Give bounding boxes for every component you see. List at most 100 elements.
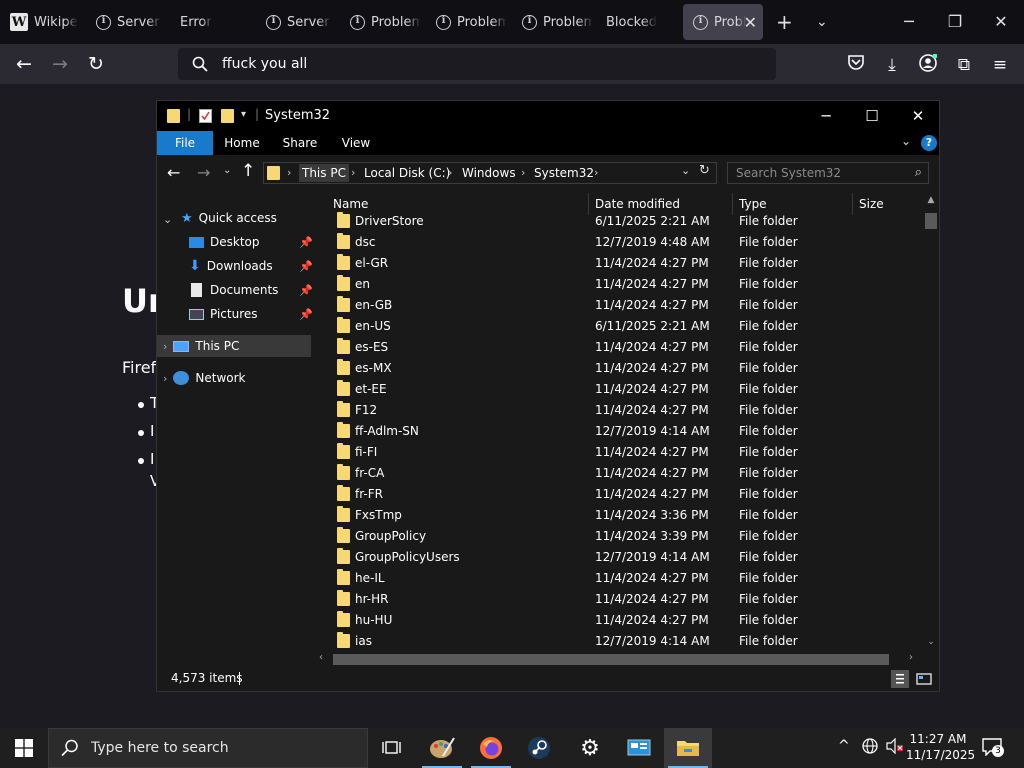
tab-blocked[interactable]: Blocked xyxy=(596,4,680,40)
help-icon[interactable]: ? xyxy=(921,135,937,151)
vertical-scrollbar[interactable]: ▲ ⌄ xyxy=(923,191,939,651)
nav-pictures[interactable]: Pictures xyxy=(189,303,258,325)
breadcrumb-local-disk[interactable]: Local Disk (C:) xyxy=(364,164,450,182)
extensions-icon[interactable]: ⧉ xyxy=(953,54,975,76)
refresh-icon[interactable]: ↻ xyxy=(699,163,710,178)
taskbar-app-paint[interactable] xyxy=(418,728,466,768)
expand-ribbon-icon[interactable]: ⌄ xyxy=(901,134,911,148)
file-row[interactable]: GroupPolicyUsers 12/7/2019 4:14 AM File fo… xyxy=(315,547,923,568)
tab-share[interactable]: Share xyxy=(275,131,325,155)
file-row[interactable]: hr-HR 11/4/2024 4:27 PM File folder xyxy=(315,589,923,610)
tab-server-not-found-1[interactable]: Server Not Found xyxy=(86,4,162,40)
tab-error[interactable]: Error xyxy=(170,4,254,40)
tab-problem-loading-3[interactable]: Problem loading page xyxy=(512,4,596,40)
file-row[interactable]: ff-Adlm-SN 12/7/2019 4:14 AM File folder xyxy=(315,421,923,442)
file-row[interactable]: es-ES 11/4/2024 4:27 PM File folder xyxy=(315,337,923,358)
pin-icon[interactable]: 📌 xyxy=(299,308,313,321)
nav-downloads[interactable]: ⬇ Downloads xyxy=(189,255,273,277)
file-row[interactable]: FxsTmp 11/4/2024 3:36 PM File folder xyxy=(315,505,923,526)
tab-home[interactable]: Home xyxy=(217,131,267,155)
tab-wikipedia[interactable]: W Wikipedia xyxy=(0,4,82,40)
url-input[interactable] xyxy=(222,56,742,72)
file-row[interactable]: el-GR 11/4/2024 4:27 PM File folder xyxy=(315,253,923,274)
scroll-right-icon[interactable]: › xyxy=(909,652,913,663)
address-history-icon[interactable]: ⌄ xyxy=(681,164,690,177)
file-row[interactable]: DriverStore 6/11/2025 2:21 AM File folder xyxy=(315,211,923,232)
downloads-icon[interactable]: ⤓ xyxy=(881,54,903,76)
taskbar-app-file-explorer[interactable] xyxy=(664,728,712,768)
tab-view[interactable]: View xyxy=(331,131,381,155)
back-icon[interactable]: ← xyxy=(10,51,38,77)
file-row[interactable]: he-IL 11/4/2024 4:27 PM File folder xyxy=(315,568,923,589)
tab-problem-loading-1[interactable]: Problem loading page xyxy=(340,4,424,40)
explorer-title-bar[interactable]: | ▾ | System32 ─ ☐ ✕ xyxy=(157,101,939,131)
pin-icon[interactable]: 📌 xyxy=(299,284,313,297)
taskbar-app-firefox[interactable] xyxy=(467,728,515,768)
start-button[interactable] xyxy=(0,728,48,768)
search-input[interactable] xyxy=(736,166,904,180)
menu-icon[interactable]: ≡ xyxy=(989,54,1011,76)
minimize-icon[interactable]: ─ xyxy=(803,101,849,131)
tab-problem-loading-2[interactable]: Problem loading page xyxy=(426,4,510,40)
nav-documents[interactable]: Documents xyxy=(189,279,278,301)
clock[interactable]: 11:27 AM 11/17/2025 xyxy=(906,731,975,763)
close-icon[interactable]: ✕ xyxy=(895,101,941,131)
properties-icon[interactable] xyxy=(199,109,212,123)
scrollbar-thumb[interactable] xyxy=(333,654,889,665)
file-row[interactable]: dsc 12/7/2019 4:48 AM File folder xyxy=(315,232,923,253)
file-row[interactable]: en-US 6/11/2025 2:21 AM File folder xyxy=(315,316,923,337)
account-icon[interactable] xyxy=(917,53,939,76)
nav-this-pc[interactable]: › This PC xyxy=(157,335,311,357)
forward-icon[interactable]: → xyxy=(197,163,210,182)
close-window-icon[interactable]: ✕ xyxy=(986,8,1016,36)
network-globe-icon[interactable] xyxy=(862,738,878,758)
maximize-icon[interactable]: ☐ xyxy=(849,101,895,131)
tab-file[interactable]: File xyxy=(157,131,213,155)
recent-locations-icon[interactable]: ⌄ xyxy=(223,165,231,176)
file-row[interactable]: F12 11/4/2024 4:27 PM File folder xyxy=(315,400,923,421)
file-row[interactable]: GroupPolicy 11/4/2024 3:39 PM File folder xyxy=(315,526,923,547)
task-view-button[interactable] xyxy=(368,728,416,768)
nav-network-item[interactable]: › Network xyxy=(157,367,246,389)
nav-quick-access[interactable]: ★ Quick access xyxy=(181,207,277,229)
details-view-icon[interactable] xyxy=(891,670,909,688)
volume-muted-icon[interactable] xyxy=(886,737,904,758)
search-box[interactable]: ⌕ xyxy=(727,162,929,184)
show-hidden-icons-icon[interactable]: ^ xyxy=(838,738,850,754)
breadcrumb-windows[interactable]: Windows xyxy=(462,164,516,182)
scroll-up-icon[interactable]: ▲ xyxy=(923,195,939,205)
file-row[interactable]: es-MX 11/4/2024 4:27 PM File folder xyxy=(315,358,923,379)
scroll-left-icon[interactable]: ‹ xyxy=(319,652,323,663)
up-icon[interactable]: ↑ xyxy=(241,161,255,181)
taskbar-search-box[interactable] xyxy=(48,728,368,768)
taskbar-search-input[interactable] xyxy=(91,740,351,756)
tab-problem-loading-active[interactable]: Problem loading page ✕ xyxy=(683,4,763,40)
file-row[interactable]: en 11/4/2024 4:27 PM File folder xyxy=(315,274,923,295)
url-bar[interactable] xyxy=(178,48,776,80)
forward-icon[interactable]: → xyxy=(46,51,74,77)
list-all-tabs-icon[interactable]: ⌄ xyxy=(816,10,828,34)
file-row[interactable]: en-GB 11/4/2024 4:27 PM File folder xyxy=(315,295,923,316)
pin-icon[interactable]: 📌 xyxy=(299,236,313,249)
customize-toolbar-icon[interactable]: ▾ xyxy=(241,109,246,120)
large-icons-view-icon[interactable] xyxy=(915,670,933,688)
back-icon[interactable]: ← xyxy=(167,163,180,182)
taskbar-app-settings[interactable]: ⚙ xyxy=(566,728,614,768)
horizontal-scrollbar[interactable]: ‹ › xyxy=(315,651,923,667)
chevron-down-icon[interactable]: ⌄ xyxy=(163,213,172,226)
taskbar-app-control-panel[interactable] xyxy=(615,728,663,768)
pin-icon[interactable]: 📌 xyxy=(299,260,313,273)
taskbar-app-steam[interactable] xyxy=(515,728,563,768)
new-tab-icon[interactable]: + xyxy=(776,10,793,34)
breadcrumb-this-pc[interactable]: This PC xyxy=(299,164,349,182)
pocket-icon[interactable] xyxy=(845,54,867,76)
file-row[interactable]: et-EE 11/4/2024 4:27 PM File folder xyxy=(315,379,923,400)
file-row[interactable]: hu-HU 11/4/2024 4:27 PM File folder xyxy=(315,610,923,631)
minimize-icon[interactable]: ─ xyxy=(894,8,924,36)
new-folder-icon[interactable] xyxy=(221,109,234,123)
nav-desktop[interactable]: Desktop xyxy=(189,231,260,253)
restore-icon[interactable]: ❐ xyxy=(940,8,970,36)
file-row[interactable]: fi-FI 11/4/2024 4:27 PM File folder xyxy=(315,442,923,463)
close-tab-icon[interactable]: ✕ xyxy=(744,13,757,32)
notification-center-icon[interactable]: 3 xyxy=(982,738,1004,758)
